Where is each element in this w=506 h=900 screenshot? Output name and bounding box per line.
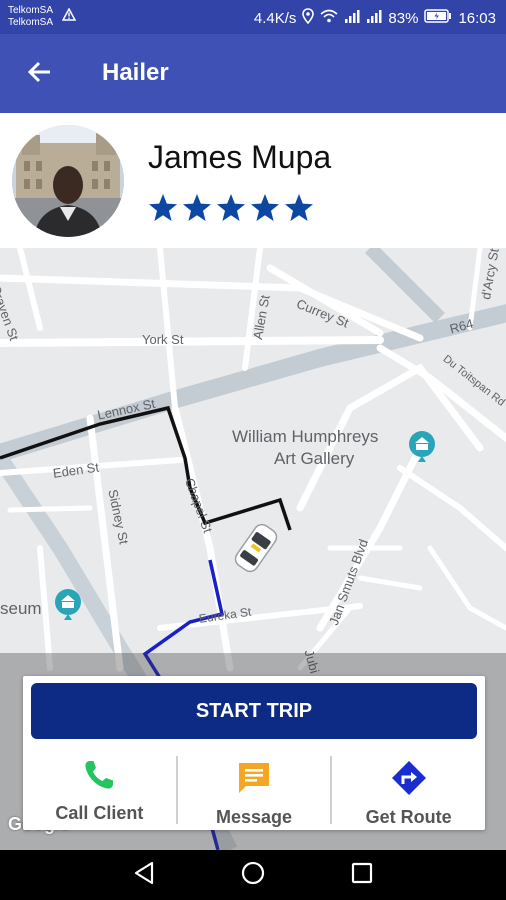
driver-profile: James Mupa bbox=[0, 113, 506, 248]
location-icon bbox=[302, 8, 315, 28]
signal-icon-2 bbox=[366, 9, 382, 27]
battery-icon bbox=[424, 9, 452, 27]
rating-stars bbox=[148, 193, 314, 227]
clock: 16:03 bbox=[458, 9, 496, 27]
message-button[interactable]: Message bbox=[175, 756, 331, 827]
page-title: Hailer bbox=[102, 59, 169, 86]
poi-label-gallery-line2: Art Gallery bbox=[274, 449, 355, 468]
wifi-icon bbox=[320, 9, 338, 27]
avatar bbox=[12, 125, 124, 237]
call-client-label: Call Client bbox=[55, 803, 144, 823]
warning-icon bbox=[61, 7, 77, 26]
get-route-label: Get Route bbox=[365, 807, 452, 827]
carrier-2: TelkomSA bbox=[8, 17, 54, 28]
star-icon bbox=[250, 193, 280, 227]
trip-action-card: START TRIP Call Client Message Get Route bbox=[23, 676, 485, 830]
call-client-button[interactable]: Call Client bbox=[23, 754, 176, 824]
star-icon bbox=[182, 193, 212, 227]
street-label-york: York St bbox=[142, 332, 184, 347]
arrow-left-icon bbox=[27, 61, 52, 88]
home-nav-icon[interactable] bbox=[241, 861, 265, 890]
battery-percent: 83% bbox=[388, 9, 419, 27]
get-route-button[interactable]: Get Route bbox=[330, 756, 485, 827]
back-button[interactable] bbox=[20, 56, 60, 92]
recents-nav-icon[interactable] bbox=[351, 862, 373, 889]
carrier-1: TelkomSA bbox=[8, 5, 54, 16]
star-icon bbox=[148, 193, 178, 227]
start-trip-button[interactable]: START TRIP bbox=[31, 683, 477, 739]
star-icon bbox=[284, 193, 314, 227]
poi-label-museum[interactable]: seum bbox=[0, 598, 42, 620]
action-row: Call Client Message Get Route bbox=[23, 754, 485, 827]
app-bar: Hailer bbox=[0, 34, 506, 113]
driver-name: James Mupa bbox=[148, 139, 332, 175]
status-bar: TelkomSA TelkomSA 4.4K/s 83% 16:03 bbox=[0, 0, 506, 34]
message-icon bbox=[236, 760, 272, 801]
system-nav-bar bbox=[0, 850, 506, 900]
poi-label-gallery[interactable]: William Humphreys Art Gallery bbox=[232, 426, 378, 470]
phone-icon bbox=[82, 758, 116, 797]
message-label: Message bbox=[215, 807, 293, 827]
directions-icon bbox=[391, 760, 427, 801]
carrier-names: TelkomSA TelkomSA bbox=[8, 5, 53, 29]
poi-label-gallery-line1: William Humphreys bbox=[232, 427, 379, 446]
network-speed: 4.4K/s bbox=[253, 9, 297, 27]
star-icon bbox=[216, 193, 246, 227]
back-nav-icon[interactable] bbox=[133, 861, 155, 890]
car-icon bbox=[234, 523, 278, 573]
signal-icon bbox=[344, 9, 360, 27]
